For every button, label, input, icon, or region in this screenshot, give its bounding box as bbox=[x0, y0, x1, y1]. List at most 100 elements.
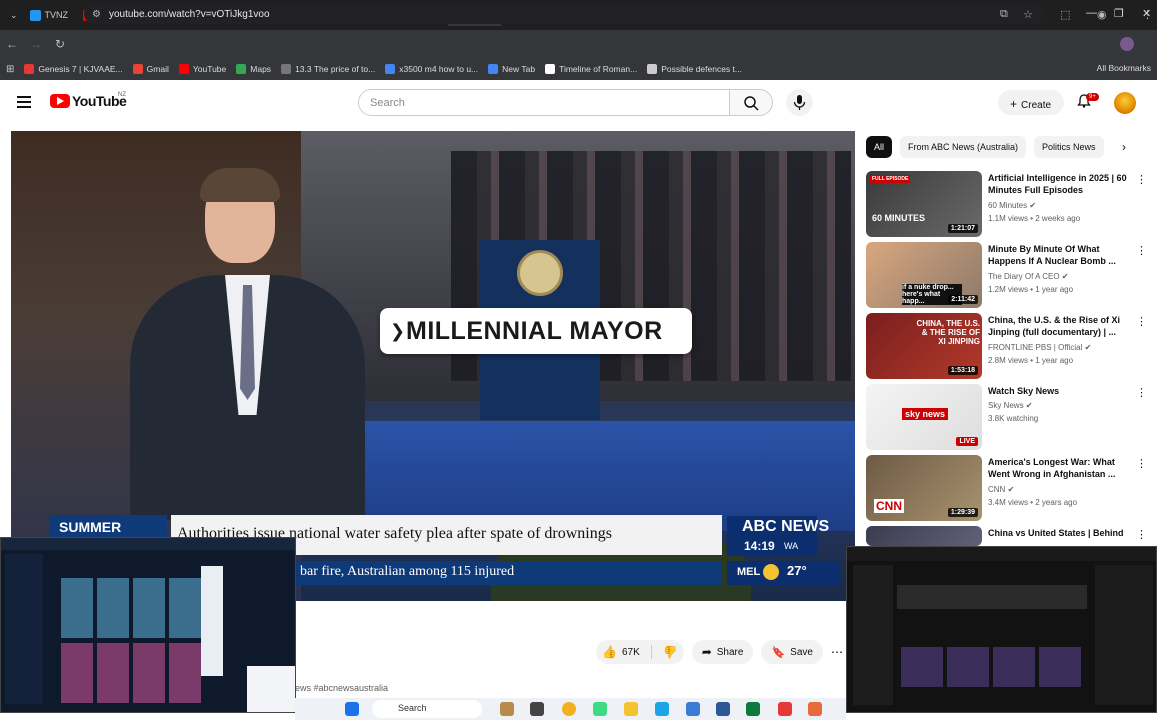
more-options-icon[interactable]: ⋮ bbox=[1136, 173, 1147, 186]
app-icon[interactable] bbox=[808, 702, 822, 716]
bookmark-item[interactable]: Possible defences t... bbox=[647, 64, 742, 74]
youtube-logo-icon[interactable] bbox=[50, 94, 70, 108]
video-thumbnail[interactable]: CNN 1:29:39 bbox=[866, 455, 982, 521]
app-icon[interactable] bbox=[778, 702, 792, 716]
more-actions-icon[interactable]: ⋯ bbox=[831, 640, 843, 664]
menu-icon[interactable] bbox=[17, 96, 31, 108]
voice-search-button[interactable] bbox=[786, 89, 813, 116]
task-view-icon[interactable] bbox=[530, 702, 544, 716]
bookmark-item[interactable]: Genesis 7 | KJVAAE... bbox=[24, 64, 123, 74]
share-icon: ➦ bbox=[701, 645, 712, 659]
forward-button[interactable]: → bbox=[24, 37, 48, 51]
chrome-icon[interactable] bbox=[562, 702, 576, 716]
bookmark-label: Possible defences t... bbox=[661, 64, 742, 74]
taskbar-search[interactable]: Search bbox=[372, 700, 482, 718]
bookmark-item[interactable]: Timeline of Roman... bbox=[545, 64, 637, 74]
video-thumbnail[interactable]: sky news LIVE bbox=[866, 384, 982, 450]
video-title[interactable]: China vs United States | Behind bbox=[988, 527, 1128, 539]
chip-filter[interactable]: From ABC News (Australia) bbox=[900, 136, 1027, 158]
city-seal-icon bbox=[517, 250, 563, 296]
reload-button[interactable]: ↻ bbox=[48, 37, 72, 51]
video-thumbnail[interactable]: 60 MINUTES FULL EPISODE 1:21:07 bbox=[866, 171, 982, 237]
chip-filter[interactable]: Politics News bbox=[1034, 136, 1104, 158]
folder-icon[interactable] bbox=[624, 702, 638, 716]
overlay-window-left[interactable] bbox=[0, 537, 296, 713]
bookmark-item[interactable]: New Tab bbox=[488, 64, 535, 74]
back-button[interactable]: ← bbox=[0, 37, 24, 51]
all-bookmarks-link[interactable]: All Bookmarks bbox=[1097, 63, 1151, 73]
extensions-icon[interactable]: ⬚ bbox=[1060, 8, 1070, 21]
app-icon[interactable] bbox=[593, 702, 607, 716]
video-title[interactable]: Artificial Intelligence in 2025 | 60 Min… bbox=[988, 172, 1128, 196]
more-options-icon[interactable]: ⋮ bbox=[1136, 457, 1147, 470]
channel-name[interactable]: 60 Minutes ✔ bbox=[988, 201, 1036, 210]
app-icon[interactable] bbox=[500, 702, 514, 716]
verified-icon: ✔ bbox=[1027, 201, 1037, 210]
thumbnail-text: CHINA, THE U.S. & THE RISE OF XI JINPING bbox=[916, 319, 980, 346]
channel-name[interactable]: CNN ✔ bbox=[988, 485, 1014, 494]
minimize-icon[interactable]: — bbox=[1086, 7, 1097, 19]
browser-tab[interactable]: TVNZ bbox=[24, 4, 77, 26]
app-icon[interactable] bbox=[746, 702, 760, 716]
overlay-sidebar bbox=[5, 554, 43, 704]
video-thumbnail[interactable]: CHINA, THE U.S. & THE RISE OF XI JINPING… bbox=[866, 313, 982, 379]
bookmark-item[interactable]: YouTube bbox=[178, 64, 226, 74]
video-title[interactable]: Minute By Minute Of What Happens If A Nu… bbox=[988, 243, 1128, 267]
channel-name[interactable]: Sky News ✔ bbox=[988, 401, 1033, 410]
site-info-icon[interactable]: ⚙ bbox=[92, 9, 101, 20]
live-badge: LIVE bbox=[956, 437, 978, 446]
recommended-video[interactable]: CHINA, THE U.S. & THE RISE OF XI JINPING… bbox=[866, 313, 1147, 379]
bookmark-item[interactable]: x3500 m4 how to u... bbox=[385, 64, 478, 74]
overlay-window-right[interactable] bbox=[846, 546, 1157, 713]
create-button[interactable]: + Create bbox=[998, 90, 1064, 115]
bookmark-item[interactable]: Gmail bbox=[132, 64, 169, 74]
more-options-icon[interactable]: ⋮ bbox=[1136, 315, 1147, 328]
bookmark-star-icon[interactable]: ☆ bbox=[1023, 8, 1033, 21]
save-label: Save bbox=[790, 646, 813, 658]
account-avatar[interactable] bbox=[1120, 37, 1134, 51]
recommended-video[interactable]: if a nuke drop... here's what happ... 2:1… bbox=[866, 242, 1147, 308]
chevron-right-icon[interactable]: › bbox=[1122, 140, 1126, 154]
more-options-icon[interactable]: ⋮ bbox=[1136, 528, 1147, 541]
bookmark-label: New Tab bbox=[502, 64, 536, 74]
like-button[interactable]: 👍 67K bbox=[602, 645, 640, 659]
maximize-icon[interactable]: ❐ bbox=[1114, 7, 1124, 20]
profile-icon[interactable]: ◉ bbox=[1097, 8, 1107, 21]
more-options-icon[interactable]: ⋮ bbox=[1136, 386, 1147, 399]
url-bar[interactable]: ⚙ youtube.com/watch?v=vOTiJkg1voo bbox=[84, 4, 1044, 24]
recommended-video[interactable]: China vs United States | Behind ⋮ bbox=[866, 526, 1147, 546]
search-input[interactable]: Search bbox=[358, 89, 730, 116]
channel-name[interactable]: The Diary Of A CEO ✔ bbox=[988, 272, 1069, 281]
recommended-video[interactable]: sky news LIVE Watch Sky News Sky News ✔ 3.8K… bbox=[866, 384, 1147, 450]
avatar[interactable] bbox=[1114, 92, 1136, 114]
video-title[interactable]: Watch Sky News bbox=[988, 385, 1128, 397]
like-count: 67K bbox=[621, 646, 640, 658]
bookmark-item[interactable]: 13.3 The price of to... bbox=[281, 64, 375, 74]
edge-icon[interactable] bbox=[655, 702, 669, 716]
recommended-video[interactable]: 60 MINUTES FULL EPISODE 1:21:07 Artificial … bbox=[866, 171, 1147, 237]
browser-menu-icon[interactable]: ⋮ bbox=[1142, 8, 1153, 21]
dislike-button[interactable]: 👍 bbox=[663, 645, 678, 659]
tab-list-button[interactable]: ⌄ bbox=[4, 4, 24, 26]
search-button[interactable] bbox=[730, 89, 773, 116]
bookmark-label: 13.3 The price of to... bbox=[295, 64, 376, 74]
bookmark-item[interactable]: Maps bbox=[236, 64, 271, 74]
video-title[interactable]: America's Longest War: What Went Wrong i… bbox=[988, 456, 1128, 480]
episode-badge: FULL EPISODE bbox=[870, 175, 911, 183]
video-title[interactable]: China, the U.S. & the Rise of Xi Jinping… bbox=[988, 314, 1128, 338]
recommended-video[interactable]: CNN 1:29:39 America's Longest War: What We… bbox=[866, 455, 1147, 521]
install-icon[interactable]: ⧉ bbox=[1000, 8, 1008, 21]
more-options-icon[interactable]: ⋮ bbox=[1136, 244, 1147, 257]
share-button[interactable]: ➦ Share bbox=[691, 640, 754, 664]
app-icon[interactable] bbox=[716, 702, 730, 716]
chip-filter[interactable]: All bbox=[866, 136, 893, 158]
channel-name[interactable]: FRONTLINE PBS | Official ✔ bbox=[988, 343, 1091, 352]
save-button[interactable]: 🔖 Save bbox=[761, 640, 823, 664]
bookmark-favicon-icon bbox=[24, 64, 35, 74]
hashtags[interactable]: ews #abcnewsaustralia bbox=[295, 683, 388, 693]
app-icon[interactable] bbox=[686, 702, 700, 716]
video-thumbnail[interactable]: if a nuke drop... here's what happ... 2:1… bbox=[866, 242, 982, 308]
apps-grid-icon[interactable]: ⊞ bbox=[6, 64, 14, 75]
start-icon[interactable] bbox=[345, 702, 359, 716]
video-thumbnail[interactable] bbox=[866, 526, 982, 546]
